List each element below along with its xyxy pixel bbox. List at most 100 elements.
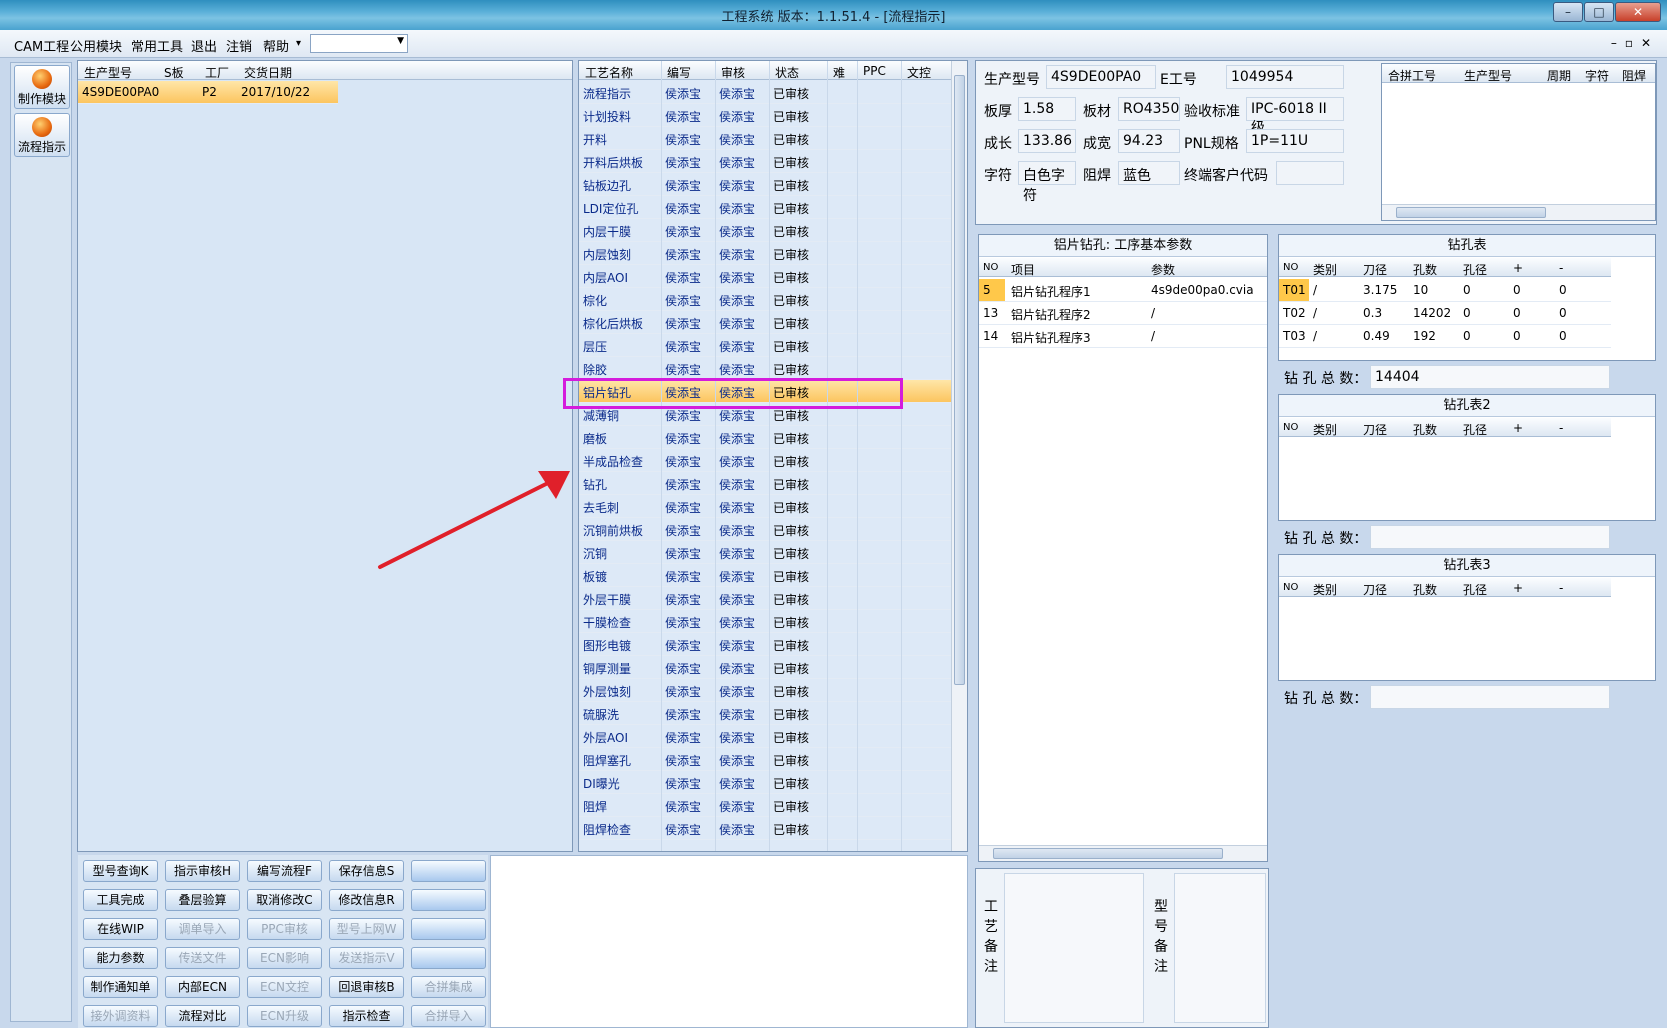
col-status[interactable]: 状态	[775, 64, 799, 81]
table-row[interactable]: 内层蚀刻 侯添宝 侯添宝 已审核	[579, 242, 951, 265]
field-width[interactable]: 94.23	[1118, 129, 1180, 153]
col-drill1-3[interactable]: 孔数	[1413, 261, 1437, 278]
menu-combo[interactable]: ▼	[310, 34, 408, 53]
table-row[interactable]: 钻板边孔 侯添宝 侯添宝 已审核	[579, 173, 951, 196]
col-item[interactable]: 项目	[1011, 261, 1035, 278]
table-row[interactable]: 阻焊塞孔 侯添宝 侯添宝 已审核	[579, 748, 951, 771]
menu-exit[interactable]: 退出	[191, 36, 217, 55]
col-reviewer[interactable]: 审核	[721, 64, 745, 81]
col-drill1-4[interactable]: 孔径	[1463, 261, 1487, 278]
col-ppc[interactable]: PPC	[863, 64, 886, 78]
col-drill2-1[interactable]: 类别	[1313, 421, 1337, 438]
col-drill2-3[interactable]: 孔数	[1413, 421, 1437, 438]
table-row[interactable]: 13 铝片钻孔程序2 /	[979, 302, 1267, 325]
table-row[interactable]: 14 铝片钻孔程序3 /	[979, 325, 1267, 348]
col-writer[interactable]: 编写	[667, 64, 691, 81]
table-row[interactable]: 棕化后烘板 侯添宝 侯添宝 已审核	[579, 311, 951, 334]
col-sboard[interactable]: S板	[164, 64, 184, 81]
table-row[interactable]: 4S9DE00PA0 P2 2017/10/22	[78, 81, 338, 104]
table-row[interactable]: 图形电镀 侯添宝 侯添宝 已审核	[579, 633, 951, 656]
field-pnl[interactable]: 1P=11U	[1246, 129, 1344, 153]
table-row[interactable]: T03 / 0.49 192 0 0 0	[1279, 325, 1611, 348]
action-button[interactable]	[411, 918, 486, 940]
action-button[interactable]	[411, 947, 486, 969]
table-row[interactable]: 外层蚀刻 侯添宝 侯添宝 已审核	[579, 679, 951, 702]
col-drill3-3[interactable]: 孔数	[1413, 581, 1437, 598]
col-drill2-5[interactable]: +	[1513, 421, 1523, 435]
col-drill3-2[interactable]: 刀径	[1363, 581, 1387, 598]
field-length[interactable]: 133.86	[1018, 129, 1076, 153]
action-button[interactable]: 回退审核B	[329, 976, 404, 998]
action-button[interactable]: ECN升级	[247, 1005, 322, 1027]
action-button[interactable]: 制作通知单	[83, 976, 158, 998]
col-model[interactable]: 生产型号	[84, 64, 132, 81]
menu-logout[interactable]: 注销	[226, 36, 252, 55]
col-drill1-0[interactable]: NO	[1283, 262, 1298, 273]
table-row[interactable]: 沉铜前烘板 侯添宝 侯添宝 已审核	[579, 518, 951, 541]
help-dropdown-icon[interactable]: ▾	[296, 38, 301, 49]
col-merge-model[interactable]: 生产型号	[1464, 67, 1512, 84]
drill3-total-field[interactable]	[1370, 685, 1610, 709]
col-drill3-5[interactable]: +	[1513, 581, 1523, 595]
table-row[interactable]: 铜厚测量 侯添宝 侯添宝 已审核	[579, 656, 951, 679]
action-button[interactable]: 流程对比	[165, 1005, 240, 1027]
action-button[interactable]	[411, 860, 486, 882]
table-row[interactable]: 钻孔 侯添宝 侯添宝 已审核	[579, 472, 951, 495]
field-mask[interactable]: 蓝色	[1118, 161, 1180, 185]
table-row[interactable]: 阻焊 侯添宝 侯添宝 已审核	[579, 794, 951, 817]
col-process-name[interactable]: 工艺名称	[585, 64, 633, 81]
col-merge-char[interactable]: 字符	[1585, 67, 1609, 84]
table-row[interactable]: 半成品检查 侯添宝 侯添宝 已审核	[579, 449, 951, 472]
scroll-thumb[interactable]	[1396, 207, 1546, 218]
action-button[interactable]: ECN影响	[247, 947, 322, 969]
action-button[interactable]: 内部ECN	[165, 976, 240, 998]
model-notes-textarea[interactable]	[1174, 873, 1266, 1023]
col-drill3-0[interactable]: NO	[1283, 582, 1298, 593]
col-difficulty[interactable]: 难	[833, 64, 845, 81]
table-row[interactable]: 5 铝片钻孔程序1 4s9de00pa0.cvia	[979, 279, 1267, 302]
table-row[interactable]: 开料后烘板 侯添宝 侯添宝 已审核	[579, 150, 951, 173]
params-hscroll[interactable]	[979, 845, 1267, 861]
field-thickness[interactable]: 1.58	[1018, 97, 1076, 121]
table-row[interactable]: 去毛刺 侯添宝 侯添宝 已审核	[579, 495, 951, 518]
col-drill2-0[interactable]: NO	[1283, 422, 1298, 433]
action-button[interactable]: 接外调资料	[83, 1005, 158, 1027]
merge-hscroll[interactable]	[1382, 204, 1655, 220]
action-button[interactable]: 合拼集成	[411, 976, 486, 998]
table-row[interactable]: 沉铜 侯添宝 侯添宝 已审核	[579, 541, 951, 564]
field-char[interactable]: 白色字符	[1018, 161, 1076, 204]
table-row[interactable]: 干膜检查 侯添宝 侯添宝 已审核	[579, 610, 951, 633]
table-row[interactable]: 内层干膜 侯添宝 侯添宝 已审核	[579, 219, 951, 242]
action-button[interactable]: 修改信息R	[329, 889, 404, 911]
action-button[interactable]	[411, 889, 486, 911]
menu-help[interactable]: 帮助	[263, 36, 289, 55]
action-button[interactable]: 调单导入	[165, 918, 240, 940]
action-button[interactable]: 在线WIP	[83, 918, 158, 940]
col-drill3-1[interactable]: 类别	[1313, 581, 1337, 598]
action-button[interactable]: 发送指示V	[329, 947, 404, 969]
col-factory[interactable]: 工厂	[205, 64, 229, 81]
menu-tools[interactable]: 常用工具	[131, 36, 183, 55]
field-accept-std[interactable]: IPC-6018 II级	[1246, 97, 1344, 136]
table-row[interactable]: 流程指示 侯添宝 侯添宝 已审核	[579, 81, 951, 104]
col-drill2-4[interactable]: 孔径	[1463, 421, 1487, 438]
action-button[interactable]: 取消修改C	[247, 889, 322, 911]
action-button[interactable]: ECN文控	[247, 976, 322, 998]
col-no[interactable]: NO	[983, 262, 998, 273]
action-button[interactable]: 型号上网W	[329, 918, 404, 940]
col-drill1-1[interactable]: 类别	[1313, 261, 1337, 278]
table-row[interactable]: 内层AOI 侯添宝 侯添宝 已审核	[579, 265, 951, 288]
col-date[interactable]: 交货日期	[244, 64, 292, 81]
process-scrollbar[interactable]	[951, 61, 967, 851]
action-button[interactable]: 传送文件	[165, 947, 240, 969]
table-row[interactable]: DI曝光 侯添宝 侯添宝 已审核	[579, 771, 951, 794]
action-button[interactable]: 叠层验算	[165, 889, 240, 911]
col-drill3-6[interactable]: -	[1559, 581, 1563, 595]
field-e-number[interactable]: 1049954	[1226, 65, 1344, 89]
action-button[interactable]: 指示检查	[329, 1005, 404, 1027]
table-row[interactable]: 开料 侯添宝 侯添宝 已审核	[579, 127, 951, 150]
table-row[interactable]: 棕化 侯添宝 侯添宝 已审核	[579, 288, 951, 311]
col-merge-cycle[interactable]: 周期	[1547, 67, 1571, 84]
col-drill1-2[interactable]: 刀径	[1363, 261, 1387, 278]
field-customer-code[interactable]	[1276, 161, 1344, 185]
